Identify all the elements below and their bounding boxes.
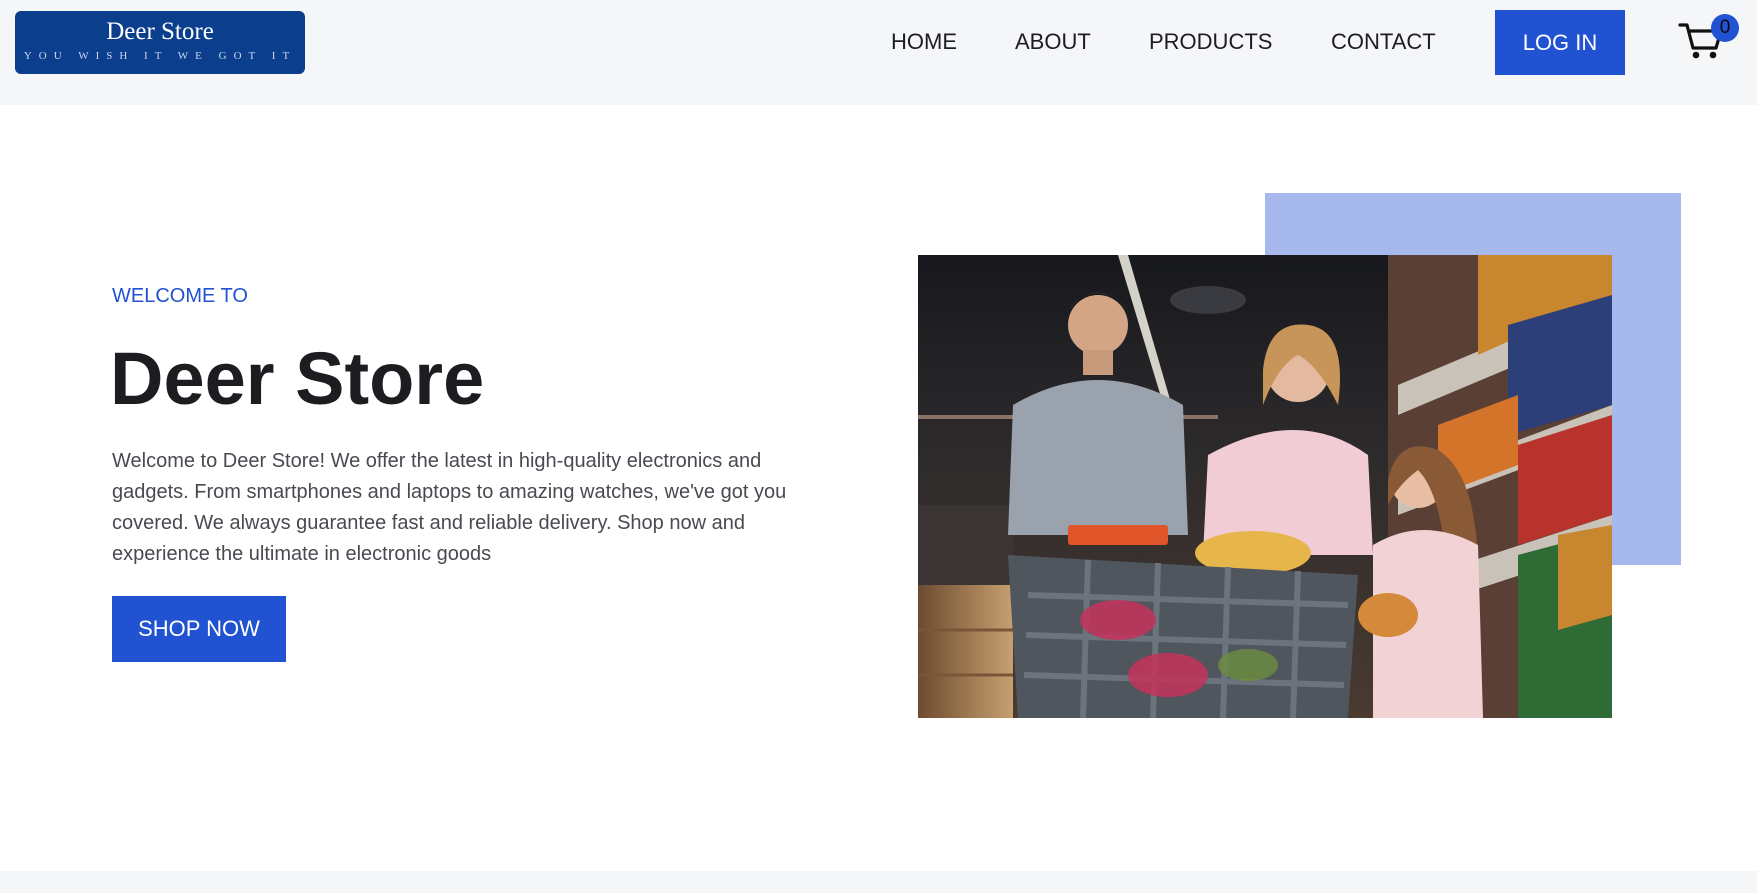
brand-name: Deer Store [106, 18, 214, 45]
shop-now-button[interactable]: SHOP NOW [112, 596, 286, 662]
login-button[interactable]: LOG IN [1495, 10, 1625, 75]
family-grocery-shopping-photo [918, 255, 1612, 718]
hero-image [918, 255, 1612, 718]
nav-link-products[interactable]: PRODUCTS [1149, 29, 1272, 55]
nav-link-about[interactable]: ABOUT [1015, 29, 1091, 55]
brand-logo[interactable]: Deer Store YOU WISH IT WE GOT IT [15, 11, 305, 74]
hero-title: Deer Store [110, 337, 485, 420]
nav-link-home[interactable]: HOME [891, 29, 957, 55]
nav-link-contact[interactable]: CONTACT [1331, 29, 1436, 55]
cart-count-badge: 0 [1711, 14, 1739, 42]
cart-button[interactable]: 0 [1678, 14, 1740, 64]
hero-description: Welcome to Deer Store! We offer the late… [112, 450, 787, 565]
hero-eyebrow: WELCOME TO [112, 285, 248, 307]
brand-tagline: YOU WISH IT WE GOT IT [23, 50, 297, 62]
site-header: Deer Store YOU WISH IT WE GOT IT HOME AB… [0, 0, 1757, 105]
next-section-strip [0, 871, 1757, 893]
